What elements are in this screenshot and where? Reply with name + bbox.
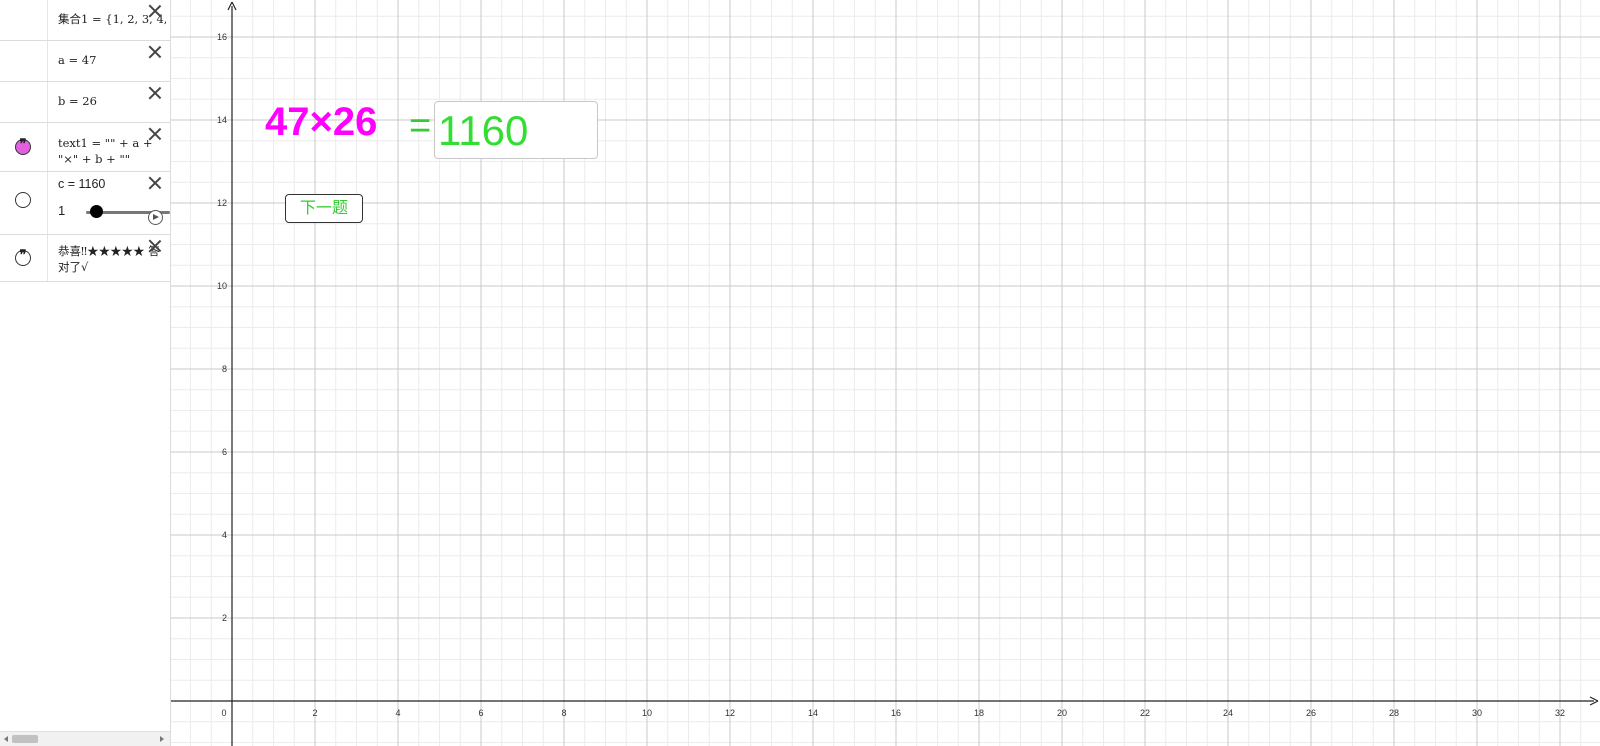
quote-icon: ❞ bbox=[19, 137, 27, 152]
x-tick-label: 2 bbox=[312, 708, 317, 718]
x-tick-label: 32 bbox=[1555, 708, 1565, 718]
close-icon[interactable] bbox=[148, 45, 162, 59]
x-tick-label: 28 bbox=[1389, 708, 1399, 718]
marble-cell bbox=[0, 41, 48, 81]
scroll-left-icon[interactable] bbox=[4, 736, 8, 742]
close-icon[interactable] bbox=[148, 4, 162, 18]
algebra-row-text2[interactable]: ❞ 恭喜‼★★★★★ 答对了√ bbox=[0, 235, 170, 282]
coordinate-grid: 0 2 4 6 8 10 12 14 16 18 20 22 24 26 28 30 3224681012141… bbox=[171, 0, 1600, 746]
x-tick-label: 18 bbox=[974, 708, 984, 718]
x-tick-label: 22 bbox=[1140, 708, 1150, 718]
x-tick-label: 14 bbox=[808, 708, 818, 718]
y-tick-label: 10 bbox=[217, 281, 227, 291]
visibility-toggle-icon[interactable] bbox=[15, 192, 31, 208]
visibility-toggle-icon[interactable]: ❞ bbox=[15, 137, 31, 155]
y-tick-label: 4 bbox=[222, 530, 227, 540]
close-icon[interactable] bbox=[148, 86, 162, 100]
close-icon[interactable] bbox=[148, 176, 162, 190]
quote-icon: ❞ bbox=[19, 248, 27, 263]
x-tick-label: 30 bbox=[1472, 708, 1482, 718]
scroll-thumb[interactable] bbox=[12, 735, 38, 743]
x-tick-label: 10 bbox=[642, 708, 652, 718]
multiplication-expression: 47×26 bbox=[265, 100, 378, 144]
x-tick-label: 26 bbox=[1306, 708, 1316, 718]
answer-input[interactable]: 1160 bbox=[434, 101, 598, 159]
marble-cell: ❞ bbox=[0, 123, 48, 171]
x-tick-label: 8 bbox=[561, 708, 566, 718]
y-tick-label: 14 bbox=[217, 115, 227, 125]
answer-value: 1160 bbox=[438, 107, 529, 154]
x-tick-label: 24 bbox=[1223, 708, 1233, 718]
text1-definition[interactable]: text1 = "" + a + "×" + b + "" bbox=[58, 135, 158, 167]
marble-cell bbox=[0, 82, 48, 122]
algebra-view: 集合1 = {1, 2, 3, 4, 5, a = 47 b = 26 ❞ te… bbox=[0, 0, 171, 746]
marble-cell: ❞ bbox=[0, 235, 48, 281]
algebra-row-set1[interactable]: 集合1 = {1, 2, 3, 4, 5, bbox=[0, 0, 170, 41]
x-tick-label: 4 bbox=[395, 708, 400, 718]
y-tick-label: 8 bbox=[222, 364, 227, 374]
algebra-row-b[interactable]: b = 26 bbox=[0, 82, 170, 123]
x-tick-label: 20 bbox=[1057, 708, 1067, 718]
slider-value: 1 bbox=[58, 203, 66, 218]
next-question-button[interactable]: 下一题 bbox=[285, 194, 363, 223]
y-tick-label: 6 bbox=[222, 447, 227, 457]
close-icon[interactable] bbox=[148, 127, 162, 141]
horizontal-scrollbar[interactable] bbox=[0, 731, 170, 746]
slider-handle[interactable] bbox=[90, 205, 104, 218]
marble-cell bbox=[0, 172, 48, 234]
algebra-row-a[interactable]: a = 47 bbox=[0, 41, 170, 82]
marble-cell bbox=[0, 0, 48, 40]
y-tick-label: 16 bbox=[217, 32, 227, 42]
visibility-toggle-icon[interactable]: ❞ bbox=[15, 248, 31, 266]
close-icon[interactable] bbox=[148, 239, 162, 253]
x-tick-label: 0 bbox=[221, 708, 226, 718]
x-tick-label: 16 bbox=[891, 708, 901, 718]
algebra-row-c[interactable]: c = 1160 bbox=[0, 172, 170, 235]
scroll-right-icon[interactable] bbox=[160, 736, 164, 742]
x-tick-label: 12 bbox=[725, 708, 735, 718]
y-tick-label: 2 bbox=[222, 613, 227, 623]
x-tick-label: 6 bbox=[478, 708, 483, 718]
play-icon[interactable] bbox=[148, 210, 163, 225]
geogebra-app: 集合1 = {1, 2, 3, 4, 5, a = 47 b = 26 ❞ te… bbox=[0, 0, 1600, 746]
graphics-view[interactable]: 0 2 4 6 8 10 12 14 16 18 20 22 24 26 28 30 32 2 4 6 8 10 12 14 1… bbox=[171, 0, 1600, 746]
y-tick-label: 12 bbox=[217, 198, 227, 208]
equals-sign: = bbox=[409, 105, 432, 147]
algebra-row-text1[interactable]: ❞ text1 = "" + a + "×" + b + "" bbox=[0, 123, 170, 172]
